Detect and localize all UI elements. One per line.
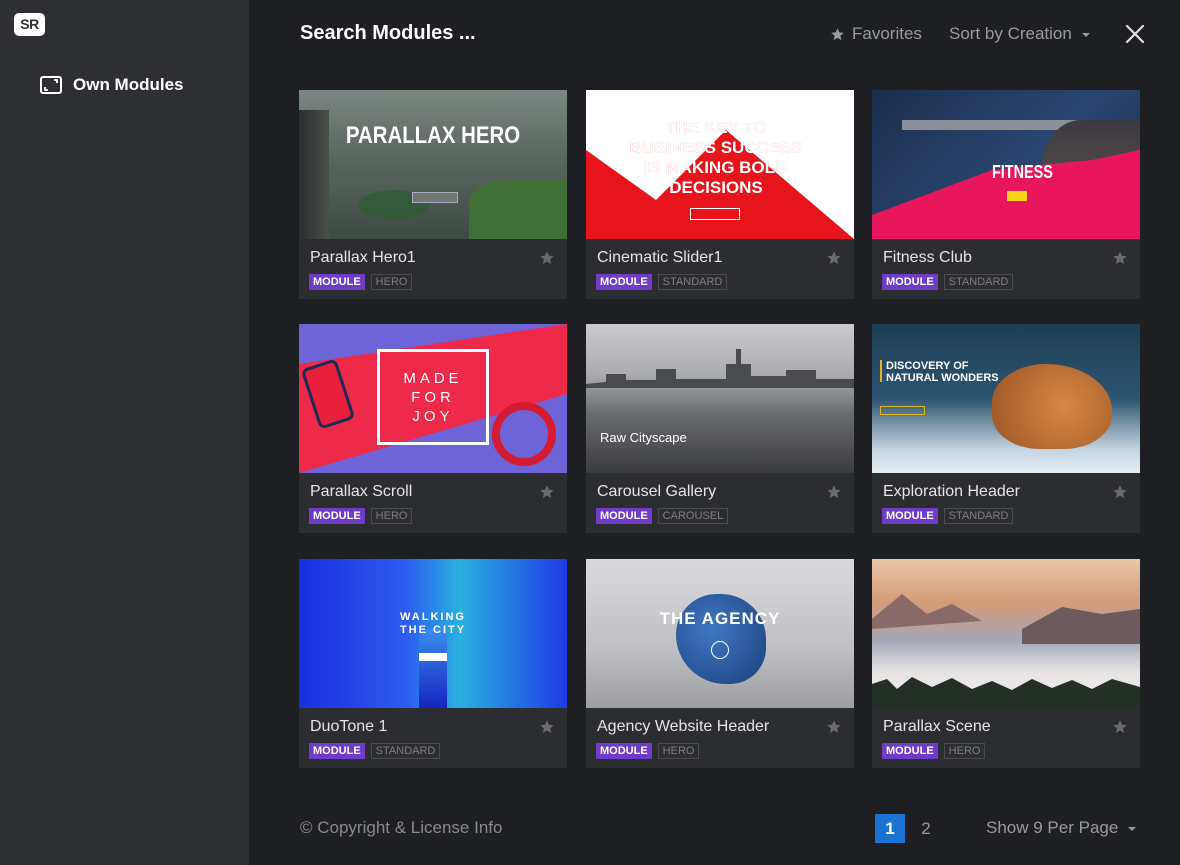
card-title: Agency Website Header bbox=[597, 718, 770, 735]
type-tag: MODULE bbox=[596, 743, 652, 759]
image-frame-icon bbox=[40, 76, 62, 94]
category-tag: STANDARD bbox=[370, 743, 441, 759]
page-button-1[interactable]: 1 bbox=[875, 814, 905, 843]
thumbnail-shape bbox=[872, 594, 1140, 708]
type-tag: MODULE bbox=[882, 743, 938, 759]
thumbnail-heading: THE KEY TO BUSINESS SUCCESS IS MAKING BO… bbox=[629, 118, 803, 197]
card-title: DuoTone 1 bbox=[310, 718, 388, 735]
card-title: Cinematic Slider1 bbox=[597, 249, 723, 266]
page-title: Search Modules ... bbox=[300, 22, 476, 44]
logo: SR bbox=[14, 13, 45, 36]
card-tags: MODULE STANDARD bbox=[596, 274, 728, 290]
sort-label: Sort by Creation bbox=[949, 24, 1072, 43]
type-tag: MODULE bbox=[596, 274, 652, 290]
module-thumbnail: PARALLAX HERO bbox=[299, 90, 567, 239]
caret-down-icon bbox=[1128, 827, 1137, 831]
type-tag: MODULE bbox=[596, 508, 652, 524]
module-card[interactable]: FITNESS Fitness Club MODULE STANDARD bbox=[872, 90, 1140, 299]
thumbnail-heading: Raw Cityscape bbox=[600, 430, 687, 445]
category-tag: HERO bbox=[943, 743, 986, 759]
caret-down-icon bbox=[1081, 33, 1090, 37]
per-page-dropdown[interactable]: Show 9 Per Page bbox=[986, 818, 1137, 838]
card-title: Carousel Gallery bbox=[597, 483, 717, 500]
category-tag: STANDARD bbox=[657, 274, 728, 290]
thumbnail-shape bbox=[586, 349, 854, 388]
card-title: Parallax Scene bbox=[883, 718, 991, 735]
module-card[interactable]: WALKING THE CITY DuoTone 1 MODULE STANDA… bbox=[299, 559, 567, 768]
module-thumbnail: MADE FOR JOY bbox=[299, 324, 567, 473]
favorites-label: Favorites bbox=[852, 24, 922, 43]
module-thumbnail: Raw Cityscape bbox=[586, 324, 854, 473]
sidebar-item-label: Own Modules bbox=[73, 75, 184, 94]
favorite-star-icon[interactable] bbox=[1112, 719, 1128, 735]
card-title: Parallax Scroll bbox=[310, 483, 413, 500]
pagination: 1 2 bbox=[875, 814, 947, 843]
card-tags: MODULE CAROUSEL bbox=[596, 508, 729, 524]
card-tags: MODULE HERO bbox=[309, 274, 413, 290]
card-tags: MODULE STANDARD bbox=[882, 274, 1014, 290]
main-panel: Search Modules ... Favorites Sort by Cre… bbox=[249, 0, 1180, 865]
favorite-star-icon[interactable] bbox=[539, 484, 555, 500]
card-title: Fitness Club bbox=[883, 249, 972, 266]
favorite-star-icon[interactable] bbox=[539, 250, 555, 266]
thumbnail-heading: THE AGENCY bbox=[659, 609, 781, 628]
thumbnail-heading: FITNESS bbox=[992, 162, 1053, 182]
module-thumbnail: FITNESS bbox=[872, 90, 1140, 239]
module-card[interactable]: Raw Cityscape Carousel Gallery MODULE CA… bbox=[586, 324, 854, 533]
type-tag: MODULE bbox=[309, 508, 365, 524]
favorites-button[interactable]: Favorites bbox=[830, 24, 922, 44]
module-card[interactable]: MADE FOR JOY Parallax Scroll MODULE HERO bbox=[299, 324, 567, 533]
star-icon bbox=[831, 27, 844, 40]
module-card[interactable]: DISCOVERY OF NATURAL WONDERS Exploration… bbox=[872, 324, 1140, 533]
category-tag: HERO bbox=[657, 743, 700, 759]
sort-dropdown[interactable]: Sort by Creation bbox=[949, 24, 1090, 44]
thumbnail-heading: DISCOVERY OF NATURAL WONDERS bbox=[886, 360, 999, 384]
thumbnail-heading: WALKING THE CITY bbox=[399, 611, 467, 636]
type-tag: MODULE bbox=[882, 508, 938, 524]
thumbnail-heading: PARALLAX HERO bbox=[345, 122, 521, 149]
module-card[interactable]: Parallax Scene MODULE HERO bbox=[872, 559, 1140, 768]
category-tag: STANDARD bbox=[943, 508, 1014, 524]
page-button-2[interactable]: 2 bbox=[911, 814, 941, 843]
thumbnail-heading: MADE FOR JOY bbox=[403, 370, 463, 425]
favorite-star-icon[interactable] bbox=[539, 719, 555, 735]
favorite-star-icon[interactable] bbox=[1112, 484, 1128, 500]
category-tag: CAROUSEL bbox=[657, 508, 729, 524]
per-page-label: Show 9 Per Page bbox=[986, 818, 1119, 837]
favorite-star-icon[interactable] bbox=[1112, 250, 1128, 266]
module-card[interactable]: THE AGENCY Agency Website Header MODULE … bbox=[586, 559, 854, 768]
module-thumbnail: DISCOVERY OF NATURAL WONDERS bbox=[872, 324, 1140, 473]
favorite-star-icon[interactable] bbox=[826, 484, 842, 500]
sidebar: SR Own Modules bbox=[0, 0, 249, 865]
category-tag: HERO bbox=[370, 508, 413, 524]
sidebar-item-own-modules[interactable]: Own Modules bbox=[40, 72, 184, 98]
module-thumbnail: THE AGENCY bbox=[586, 559, 854, 708]
module-thumbnail: WALKING THE CITY bbox=[299, 559, 567, 708]
copyright-link[interactable]: © Copyright & License Info bbox=[300, 818, 502, 838]
favorite-star-icon[interactable] bbox=[826, 250, 842, 266]
category-tag: HERO bbox=[370, 274, 413, 290]
card-tags: MODULE HERO bbox=[882, 743, 986, 759]
module-thumbnail: THE KEY TO BUSINESS SUCCESS IS MAKING BO… bbox=[586, 90, 854, 239]
card-tags: MODULE STANDARD bbox=[309, 743, 441, 759]
card-tags: MODULE STANDARD bbox=[882, 508, 1014, 524]
favorite-star-icon[interactable] bbox=[826, 719, 842, 735]
type-tag: MODULE bbox=[309, 743, 365, 759]
card-tags: MODULE HERO bbox=[309, 508, 413, 524]
module-card[interactable]: THE KEY TO BUSINESS SUCCESS IS MAKING BO… bbox=[586, 90, 854, 299]
close-icon[interactable] bbox=[1125, 24, 1145, 44]
card-title: Parallax Hero1 bbox=[310, 249, 416, 266]
card-tags: MODULE HERO bbox=[596, 743, 700, 759]
type-tag: MODULE bbox=[309, 274, 365, 290]
category-tag: STANDARD bbox=[943, 274, 1014, 290]
module-card[interactable]: PARALLAX HERO Parallax Hero1 MODULE HERO bbox=[299, 90, 567, 299]
card-title: Exploration Header bbox=[883, 483, 1020, 500]
module-thumbnail bbox=[872, 559, 1140, 708]
type-tag: MODULE bbox=[882, 274, 938, 290]
